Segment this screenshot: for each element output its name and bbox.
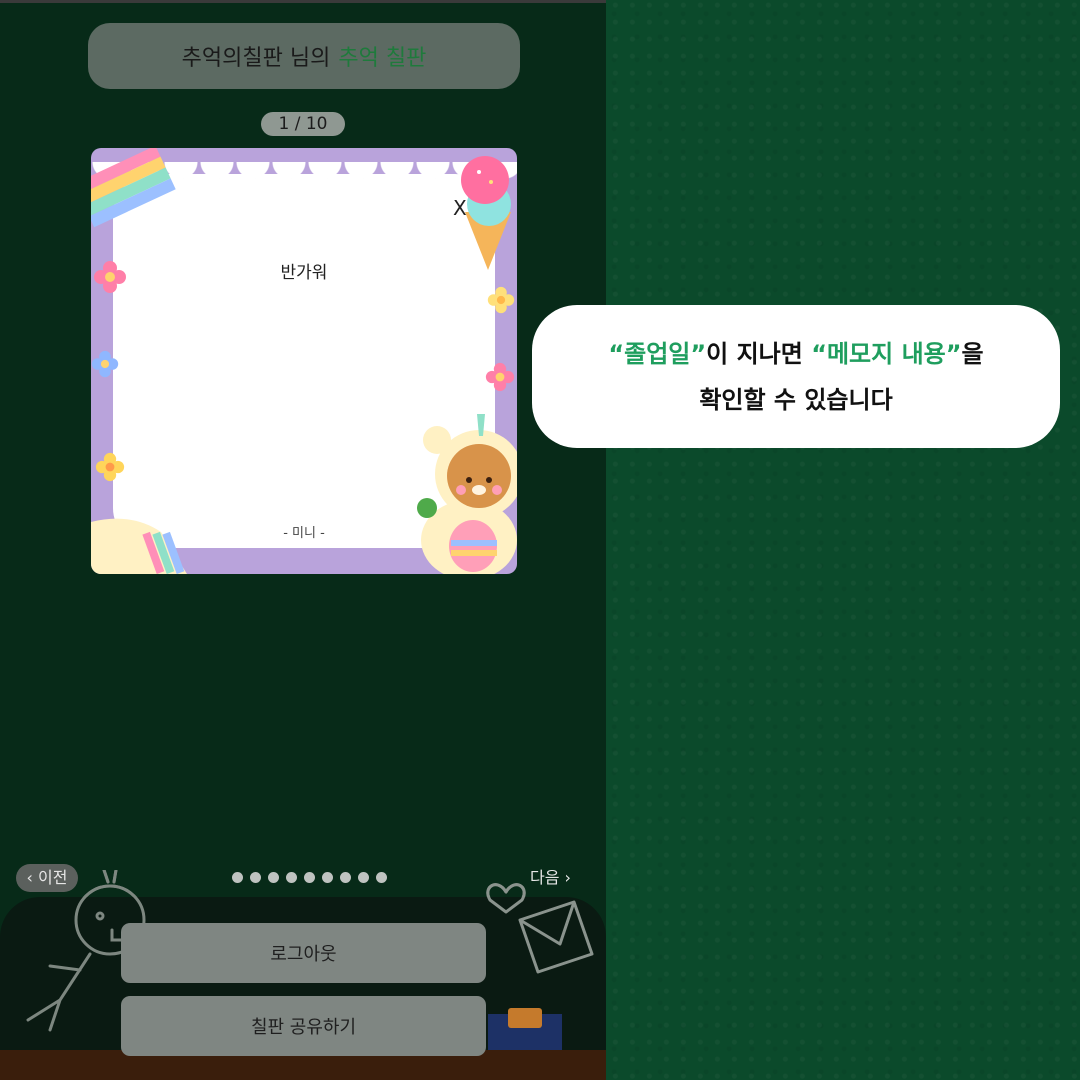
board-title-accent: 추억 칠판 — [338, 46, 427, 71]
close-icon[interactable]: X — [453, 196, 467, 220]
callout-line-1: “졸업일”이 지나면 “메모지 내용”을 — [608, 331, 983, 377]
chalk-heart-envelope-doodle — [486, 883, 594, 974]
page-dot[interactable] — [376, 872, 387, 883]
rainbow-sticker — [91, 148, 176, 228]
yellow-flower-icon — [487, 286, 515, 314]
callout-memo-content: “메모지 내용” — [811, 339, 962, 368]
blue-flower-icon — [91, 350, 119, 378]
pink-flower-icon — [485, 362, 515, 392]
page-dot[interactable] — [340, 872, 351, 883]
callout-text-1: 이 지나면 — [706, 339, 812, 368]
memo-message: 반가워 — [280, 263, 328, 283]
page-dot[interactable] — [322, 872, 333, 883]
callout-graduation-date: “졸업일” — [608, 339, 707, 368]
board-owner-label: 추억의칠판 님의 — [181, 46, 331, 71]
board-title: 추억의칠판 님의 추억 칠판 — [88, 23, 520, 89]
callout-text-2: 을 — [961, 339, 984, 368]
yellow-flower-icon — [95, 452, 125, 482]
page-dot[interactable] — [250, 872, 261, 883]
info-callout: “졸업일”이 지나면 “메모지 내용”을 확인할 수 있습니다 — [532, 305, 1060, 448]
page-dot[interactable] — [268, 872, 279, 883]
page-indicator — [232, 872, 387, 883]
memo-card[interactable]: X 반가워 - 미니 - — [91, 148, 517, 574]
chalk-box-decoration — [488, 1008, 562, 1054]
memo-signature: - 미니 - — [283, 526, 325, 541]
page-dot[interactable] — [304, 872, 315, 883]
logout-button[interactable]: 로그아웃 — [121, 923, 486, 983]
memo-counter: 1 / 10 — [261, 112, 345, 136]
app-screen: 추억의칠판 님의 추억 칠판 1 / 10 X 반가워 - 미니 - ‹ 이전 … — [0, 0, 606, 1080]
screen: 추억의칠판 님의 추억 칠판 1 / 10 X 반가워 - 미니 - ‹ 이전 … — [0, 0, 1080, 1080]
page-dot[interactable] — [286, 872, 297, 883]
page-dot[interactable] — [358, 872, 369, 883]
bear-unicorn-sticker — [417, 414, 517, 574]
share-board-button[interactable]: 칠판 공유하기 — [121, 996, 486, 1056]
callout-line-2: 확인할 수 있습니다 — [699, 385, 893, 414]
top-border — [0, 0, 606, 3]
page-dot[interactable] — [232, 872, 243, 883]
